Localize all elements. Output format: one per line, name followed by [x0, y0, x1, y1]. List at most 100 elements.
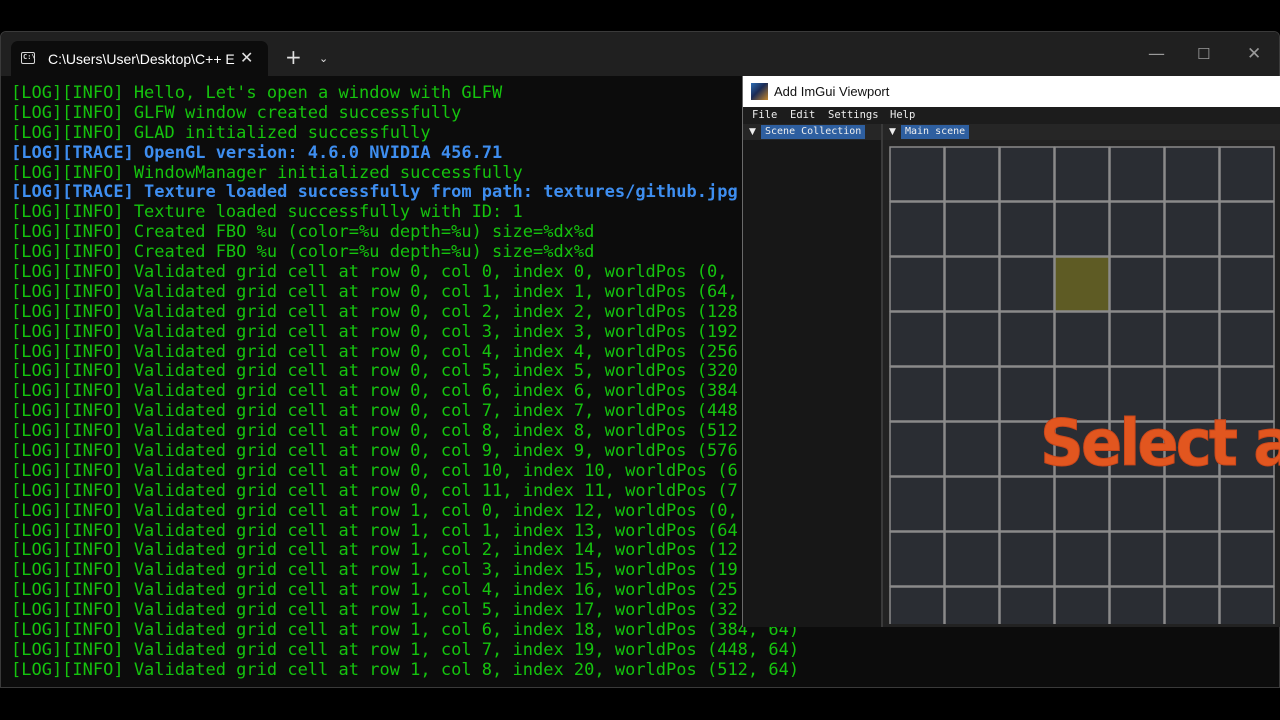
log-line: [LOG][INFO] Validated grid cell at row 0…	[11, 401, 738, 422]
grid-cell[interactable]	[1054, 476, 1110, 532]
grid-cell[interactable]	[889, 586, 945, 624]
grid-cell[interactable]	[944, 366, 1000, 422]
grid-cell[interactable]	[889, 201, 945, 257]
grid-cell[interactable]	[1054, 531, 1110, 587]
grid-cell[interactable]	[889, 311, 945, 367]
collapse-triangle-icon[interactable]: ▼	[889, 127, 896, 137]
grid-cell[interactable]	[1109, 476, 1165, 532]
grid-cell[interactable]	[1054, 586, 1110, 624]
scene-grid[interactable]	[889, 146, 1280, 624]
grid-cell[interactable]	[999, 476, 1055, 532]
close-window-icon[interactable]: ✕	[1247, 44, 1261, 64]
log-line: [LOG][INFO] Validated grid cell at row 1…	[11, 520, 738, 541]
grid-cell[interactable]	[1054, 146, 1110, 202]
grid-cell[interactable]	[1109, 256, 1165, 312]
grid-cell[interactable]	[1219, 201, 1275, 257]
log-line: [LOG][INFO] Validated grid cell at row 0…	[11, 460, 738, 481]
grid-cell[interactable]	[944, 201, 1000, 257]
grid-cell[interactable]	[889, 366, 945, 422]
maximize-icon[interactable]: ☐	[1197, 45, 1210, 63]
grid-cell[interactable]	[999, 146, 1055, 202]
grid-cell[interactable]	[1219, 256, 1275, 312]
grid-cell[interactable]	[889, 531, 945, 587]
grid-cell[interactable]	[944, 531, 1000, 587]
menu-edit[interactable]: Edit	[790, 109, 815, 121]
grid-cell[interactable]	[944, 256, 1000, 312]
grid-cell[interactable]	[889, 476, 945, 532]
menu-settings[interactable]: Settings	[828, 109, 879, 121]
log-line: [LOG][INFO] Validated grid cell at row 1…	[11, 639, 800, 660]
main-scene-panel: ▼ Main scene Select a cell	[883, 124, 1280, 627]
log-line: [LOG][INFO] GLAD initialized successfull…	[11, 122, 431, 143]
grid-cell[interactable]	[1164, 531, 1220, 587]
grid-cell[interactable]	[1109, 201, 1165, 257]
grid-cell[interactable]	[944, 146, 1000, 202]
log-line: [LOG][INFO] Validated grid cell at row 0…	[11, 341, 738, 362]
log-line: [LOG][INFO] Validated grid cell at row 1…	[11, 620, 800, 641]
grid-cell[interactable]	[1054, 311, 1110, 367]
grid-cell-selected[interactable]	[1054, 256, 1110, 312]
grid-cell[interactable]	[1054, 201, 1110, 257]
app-titlebar[interactable]: Add ImGui Viewport	[743, 76, 1280, 107]
grid-cell[interactable]	[1109, 531, 1165, 587]
log-line: [LOG][INFO] Validated grid cell at row 0…	[11, 361, 738, 382]
log-line: [LOG][INFO] GLFW window created successf…	[11, 102, 462, 123]
grid-cell[interactable]	[999, 201, 1055, 257]
grid-cell[interactable]	[944, 421, 1000, 477]
chevron-down-icon[interactable]: ⌄	[319, 52, 328, 65]
log-line: [LOG][INFO] Created FBO %u (color=%u dep…	[11, 242, 595, 263]
new-tab-icon[interactable]: +	[285, 47, 302, 67]
grid-cell[interactable]	[1164, 311, 1220, 367]
terminal-tab[interactable]: C:\ C:\Users\User\Desktop\C++ E ✕	[11, 41, 268, 76]
main-scene-header: ▼ Main scene	[883, 124, 1280, 140]
grid-cell[interactable]	[999, 531, 1055, 587]
log-line: [LOG][INFO] Validated grid cell at row 0…	[11, 281, 738, 302]
grid-cell[interactable]	[944, 476, 1000, 532]
log-line: [LOG][INFO] Validated grid cell at row 1…	[11, 580, 738, 601]
log-line: [LOG][INFO] Validated grid cell at row 1…	[11, 560, 738, 581]
log-line: [LOG][INFO] Validated grid cell at row 1…	[11, 540, 738, 561]
grid-cell[interactable]	[889, 421, 945, 477]
grid-cell[interactable]	[1219, 476, 1275, 532]
grid-cell[interactable]	[1164, 146, 1220, 202]
log-line: [LOG][INFO] Texture loaded successfully …	[11, 202, 523, 223]
scene-collection-panel: ▼ Scene Collection	[743, 124, 883, 627]
close-tab-icon[interactable]: ✕	[240, 48, 253, 67]
log-line: [LOG][INFO] Validated grid cell at row 1…	[11, 659, 800, 680]
grid-cell[interactable]	[999, 586, 1055, 624]
collapse-triangle-icon[interactable]: ▼	[749, 127, 756, 137]
grid-cell[interactable]	[1164, 586, 1220, 624]
scene-collection-header: ▼ Scene Collection	[743, 124, 881, 140]
terminal-icon: C:\	[21, 52, 36, 64]
grid-cell[interactable]	[1109, 146, 1165, 202]
grid-cell[interactable]	[1164, 256, 1220, 312]
grid-cell[interactable]	[889, 256, 945, 312]
overlay-caption: Select a cell	[1040, 407, 1280, 482]
grid-cell[interactable]	[1164, 201, 1220, 257]
log-line: [LOG][INFO] WindowManager initialized su…	[11, 162, 523, 183]
grid-cell[interactable]	[999, 256, 1055, 312]
console-output: [LOG][INFO] Hello, Let's open a window w…	[11, 83, 800, 681]
grid-cell[interactable]	[1164, 476, 1220, 532]
grid-cell[interactable]	[889, 146, 945, 202]
grid-cell[interactable]	[999, 311, 1055, 367]
grid-cell[interactable]	[1219, 531, 1275, 587]
log-line: [LOG][TRACE] Texture loaded successfully…	[11, 182, 738, 203]
tab-main-scene[interactable]: Main scene	[901, 125, 970, 139]
grid-cell[interactable]	[1109, 586, 1165, 624]
terminal-titlebar[interactable]: C:\ C:\Users\User\Desktop\C++ E ✕ + ⌄ — …	[1, 32, 1279, 76]
grid-cell[interactable]	[1219, 311, 1275, 367]
grid-cell[interactable]	[1219, 146, 1275, 202]
log-line: [LOG][INFO] Created FBO %u (color=%u dep…	[11, 222, 595, 243]
tab-scene-collection[interactable]: Scene Collection	[761, 125, 866, 139]
grid-cell[interactable]	[1219, 586, 1275, 624]
menu-bar: File Edit Settings Help	[743, 107, 1280, 124]
log-line: [LOG][INFO] Validated grid cell at row 0…	[11, 321, 738, 342]
menu-help[interactable]: Help	[890, 109, 915, 121]
menu-file[interactable]: File	[752, 109, 777, 121]
minimize-icon[interactable]: —	[1148, 44, 1165, 64]
log-line: [LOG][INFO] Validated grid cell at row 1…	[11, 500, 738, 521]
grid-cell[interactable]	[1109, 311, 1165, 367]
grid-cell[interactable]	[944, 586, 1000, 624]
grid-cell[interactable]	[944, 311, 1000, 367]
